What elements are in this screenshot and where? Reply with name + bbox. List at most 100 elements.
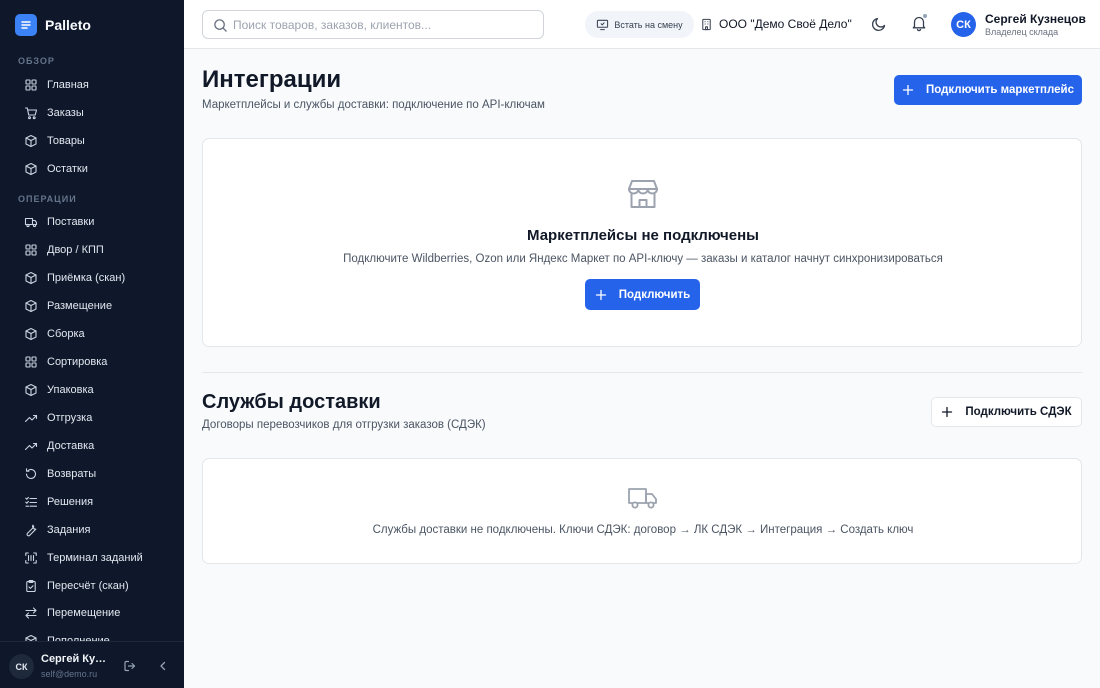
sidebar-item-label: Заказы bbox=[47, 107, 84, 119]
start-shift-button[interactable]: Встать на смену bbox=[585, 11, 694, 38]
sidebar-item-label: Терминал заданий bbox=[47, 552, 143, 564]
delivery-section-subtitle: Договоры перевозчиков для отгрузки заказ… bbox=[202, 419, 486, 431]
truck-icon bbox=[24, 217, 38, 228]
sidebar-item-18[interactable]: Перемещение bbox=[0, 600, 184, 626]
sidebar-item-label: Возвраты bbox=[47, 468, 97, 480]
moon-icon[interactable] bbox=[870, 15, 888, 33]
marketplaces-empty-text: Подключите Wildberries, Ozon или Яндекс … bbox=[343, 253, 943, 265]
sidebar-footer: СК Сергей Кузнецов self@demo.ru bbox=[0, 641, 184, 688]
trend-icon bbox=[24, 414, 38, 423]
connect-button[interactable]: Подключить bbox=[585, 279, 700, 310]
top-bar: Встать на смену ООО "Демо Своё Дело" СК … bbox=[184, 0, 1100, 49]
connect-button-label: Подключить bbox=[618, 288, 691, 301]
sidebar-user-name: Сергей Кузнецов bbox=[41, 653, 107, 665]
connect-cdek-button[interactable]: Подключить СДЭК bbox=[931, 397, 1082, 427]
sidebar-item-label: Товары bbox=[47, 135, 85, 147]
sidebar-item-4[interactable]: Поставки bbox=[0, 209, 184, 235]
wrench-icon bbox=[26, 524, 37, 537]
search-icon bbox=[214, 19, 227, 32]
clipboard-icon bbox=[26, 579, 36, 593]
sidebar-item-1[interactable]: Заказы bbox=[0, 100, 184, 126]
sidebar-item-10[interactable]: Упаковка bbox=[0, 377, 184, 403]
sidebar-item-8[interactable]: Сборка bbox=[0, 321, 184, 347]
sidebar-nav: Palleto ОБЗОР ОПЕРАЦИИ Главная Заказы Това… bbox=[0, 0, 184, 641]
sidebar-item-label: Решения bbox=[47, 496, 94, 508]
page-subtitle: Маркетплейсы и службы доставки: подключе… bbox=[202, 99, 545, 111]
box-icon bbox=[25, 327, 37, 341]
sidebar-item-6[interactable]: Приёмка (скан) bbox=[0, 265, 184, 291]
sidebar-item-3[interactable]: Остатки bbox=[0, 156, 184, 182]
sidebar-item-label: Сборка bbox=[47, 328, 85, 340]
sidebar-item-0[interactable]: Главная bbox=[0, 72, 184, 98]
monitor-icon bbox=[597, 19, 609, 31]
sidebar-item-label: Двор / КПП bbox=[47, 244, 104, 256]
section-divider bbox=[202, 372, 1082, 373]
sidebar-item-label: Пересчёт (скан) bbox=[47, 580, 129, 592]
store-icon bbox=[628, 180, 658, 208]
sidebar-item-19[interactable]: Пополнение bbox=[0, 628, 184, 641]
chevron-left-icon[interactable] bbox=[156, 659, 170, 673]
scan-icon bbox=[25, 552, 37, 564]
plus-icon bbox=[942, 406, 953, 418]
sidebar-item-14[interactable]: Решения bbox=[0, 489, 184, 515]
sidebar-item-label: Приёмка (скан) bbox=[47, 272, 126, 284]
sidebar-item-9[interactable]: Сортировка bbox=[0, 349, 184, 375]
org-switcher[interactable]: ООО "Демо Своё Дело" bbox=[700, 15, 852, 33]
plus-icon bbox=[902, 84, 914, 96]
sidebar-item-13[interactable]: Возвраты bbox=[0, 461, 184, 487]
delivery-empty-text: Службы доставки не подключены. Ключи СДЭ… bbox=[372, 524, 914, 536]
sidebar-item-5[interactable]: Двор / КПП bbox=[0, 237, 184, 263]
delivery-section-title: Службы доставки bbox=[202, 391, 381, 413]
search-input[interactable] bbox=[233, 15, 533, 35]
plus-icon bbox=[595, 289, 606, 300]
brand[interactable]: Palleto bbox=[15, 13, 91, 37]
box-icon bbox=[25, 299, 37, 313]
sidebar: Palleto ОБЗОР ОПЕРАЦИИ Главная Заказы Това… bbox=[0, 0, 184, 688]
connect-marketplace-label: Подключить маркетплейс bbox=[925, 84, 1075, 96]
sidebar-item-label: Перемещение bbox=[47, 607, 121, 619]
sidebar-item-16[interactable]: Терминал заданий bbox=[0, 545, 184, 571]
marketplaces-empty-title: Маркетплейсы не подключены bbox=[527, 227, 759, 244]
marketplaces-empty-card: Маркетплейсы не подключены Подключите Wi… bbox=[202, 138, 1082, 347]
sidebar-item-label: Упаковка bbox=[47, 384, 94, 396]
grid-icon bbox=[25, 79, 37, 91]
checklist-icon bbox=[25, 496, 38, 507]
sidebar-avatar[interactable]: СК bbox=[9, 654, 34, 679]
start-shift-label: Встать на смену bbox=[614, 19, 683, 30]
user-avatar[interactable]: СК bbox=[951, 12, 976, 37]
rotate-icon bbox=[25, 468, 37, 479]
grid-icon bbox=[25, 356, 37, 368]
brand-logo-icon bbox=[15, 14, 37, 36]
sidebar-item-label: Доставка bbox=[47, 440, 95, 452]
sidebar-item-label: Размещение bbox=[47, 300, 113, 312]
sidebar-item-label: Поставки bbox=[47, 216, 95, 228]
sidebar-item-12[interactable]: Доставка bbox=[0, 433, 184, 459]
box-icon bbox=[25, 162, 37, 176]
logout-icon[interactable] bbox=[123, 659, 137, 673]
search-box[interactable] bbox=[202, 10, 544, 39]
connect-cdek-label: Подключить СДЭК bbox=[965, 406, 1072, 418]
sidebar-item-label: Задания bbox=[47, 524, 91, 536]
user-name[interactable]: Сергей Кузнецов bbox=[985, 12, 1086, 26]
sidebar-item-label: Остатки bbox=[47, 163, 88, 175]
section-overview: ОБЗОР bbox=[18, 56, 55, 66]
sidebar-item-7[interactable]: Размещение bbox=[0, 293, 184, 319]
org-name: ООО "Демо Своё Дело" bbox=[719, 17, 852, 31]
sidebar-item-15[interactable]: Задания bbox=[0, 517, 184, 543]
grid-icon bbox=[25, 244, 37, 256]
cart-icon bbox=[24, 107, 38, 120]
sidebar-item-label: Сортировка bbox=[47, 356, 108, 368]
sidebar-item-11[interactable]: Отгрузка bbox=[0, 405, 184, 431]
notification-dot bbox=[922, 13, 928, 19]
sidebar-item-17[interactable]: Пересчёт (скан) bbox=[0, 573, 184, 599]
truck-icon bbox=[628, 488, 657, 509]
trend-icon bbox=[24, 442, 38, 451]
sidebar-item-2[interactable]: Товары bbox=[0, 128, 184, 154]
user-role: Владелец склада bbox=[985, 27, 1059, 37]
box-icon bbox=[25, 271, 37, 285]
connect-marketplace-button[interactable]: Подключить маркетплейс bbox=[894, 75, 1082, 105]
box-icon bbox=[25, 634, 37, 641]
sidebar-item-label: Главная bbox=[47, 79, 89, 91]
delivery-empty-card: Службы доставки не подключены. Ключи СДЭ… bbox=[202, 458, 1082, 564]
building-icon bbox=[702, 18, 711, 30]
